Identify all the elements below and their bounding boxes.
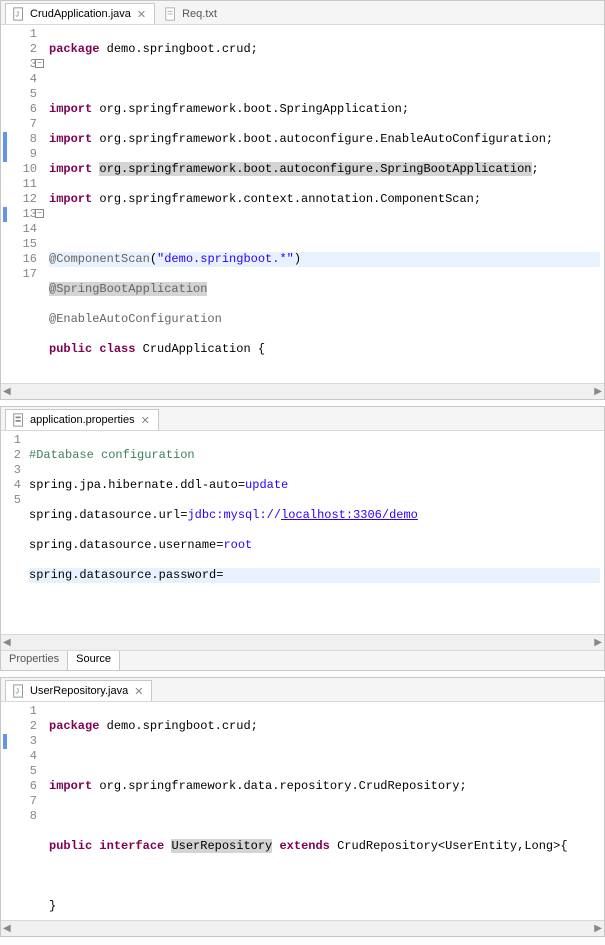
line-gutter: 1 2 3 4 5 6 7 8	[1, 702, 45, 920]
fold-icon[interactable]: −	[35, 209, 44, 218]
horizontal-scrollbar[interactable]: ◀ ▶	[1, 920, 604, 936]
marker-icon	[3, 734, 7, 749]
tab-label: Req.txt	[182, 8, 217, 20]
horizontal-scrollbar[interactable]: ◀ ▶	[1, 634, 604, 650]
horizontal-scrollbar[interactable]: ◀ ▶	[1, 383, 604, 399]
scroll-right-icon[interactable]: ▶	[594, 637, 602, 648]
tab-bar: application.properties ✕	[1, 407, 604, 431]
close-icon[interactable]: ✕	[135, 8, 148, 21]
scroll-right-icon[interactable]: ▶	[594, 923, 602, 934]
code-content[interactable]: package demo.springboot.crud; import org…	[45, 25, 604, 383]
marker-icon	[3, 207, 7, 222]
code-area[interactable]: 1 2 3 4 5 6 7 8 package demo.springboot.…	[1, 702, 604, 920]
line-gutter: 1 2 3− 4 5 6 7 8 9 10 11 12 13− 14 15 16…	[1, 25, 45, 383]
close-icon[interactable]: ✕	[132, 685, 145, 698]
sub-tab-properties[interactable]: Properties	[1, 651, 68, 670]
fold-icon[interactable]: −	[35, 59, 44, 68]
java-file-icon: J	[12, 7, 26, 21]
scroll-left-icon[interactable]: ◀	[3, 923, 11, 934]
text-file-icon	[164, 7, 178, 21]
marker-icon	[3, 132, 7, 147]
code-content[interactable]: #Database configuration spring.jpa.hiber…	[25, 431, 604, 634]
sub-tab-source[interactable]: Source	[68, 651, 120, 670]
scroll-left-icon[interactable]: ◀	[3, 386, 11, 397]
tab-crudapplication[interactable]: J CrudApplication.java ✕	[5, 3, 155, 24]
tab-application-properties[interactable]: application.properties ✕	[5, 409, 159, 430]
svg-text:J: J	[16, 689, 20, 696]
editor-panel-crudapplication: J CrudApplication.java ✕ Req.txt 1 2 3− …	[0, 0, 605, 400]
java-file-icon: J	[12, 684, 26, 698]
code-area[interactable]: 1 2 3 4 5 #Database configuration spring…	[1, 431, 604, 634]
marker-icon	[3, 147, 7, 162]
scroll-right-icon[interactable]: ▶	[594, 386, 602, 397]
line-gutter: 1 2 3 4 5	[1, 431, 25, 634]
svg-text:J: J	[16, 12, 20, 19]
tab-label: application.properties	[30, 414, 135, 426]
tab-label: CrudApplication.java	[30, 8, 131, 20]
editor-panel-userrepository: J UserRepository.java ✕ 1 2 3 4 5 6 7 8 …	[0, 677, 605, 937]
editor-panel-properties: application.properties ✕ 1 2 3 4 5 #Data…	[0, 406, 605, 671]
tab-label: UserRepository.java	[30, 685, 128, 697]
properties-file-icon	[12, 413, 26, 427]
sub-tab-bar: Properties Source	[1, 650, 604, 670]
tab-userrepository[interactable]: J UserRepository.java ✕	[5, 680, 152, 701]
scroll-left-icon[interactable]: ◀	[3, 637, 11, 648]
code-content[interactable]: package demo.springboot.crud; import org…	[45, 702, 604, 920]
tab-bar: J CrudApplication.java ✕ Req.txt	[1, 1, 604, 25]
close-icon[interactable]: ✕	[139, 414, 152, 427]
tab-reqtxt[interactable]: Req.txt	[157, 3, 224, 24]
code-area[interactable]: 1 2 3− 4 5 6 7 8 9 10 11 12 13− 14 15 16…	[1, 25, 604, 383]
tab-bar: J UserRepository.java ✕	[1, 678, 604, 702]
